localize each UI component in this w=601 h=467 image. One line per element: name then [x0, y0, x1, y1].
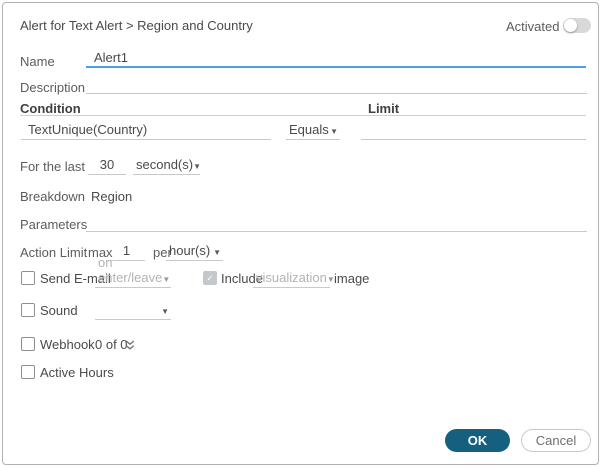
- action-limit-label: Action Limit: [20, 245, 88, 260]
- description-input[interactable]: [86, 76, 587, 94]
- parameters-label: Parameters: [20, 217, 88, 232]
- operator-dropdown[interactable]: Equals ▼: [286, 122, 340, 140]
- parameters-input[interactable]: [86, 214, 587, 232]
- sound-dropdown[interactable]: ▼: [95, 302, 171, 320]
- send-email-checkbox[interactable]: [21, 271, 35, 285]
- limit-input[interactable]: [361, 122, 586, 140]
- header-divider: [20, 115, 586, 116]
- time-unit-value: second(s): [136, 157, 194, 172]
- dialog-title: Alert for Text Alert > Region and Countr…: [20, 18, 253, 33]
- cancel-button[interactable]: Cancel: [521, 429, 591, 452]
- name-input[interactable]: [86, 50, 586, 68]
- chevron-down-icon: ▼: [330, 127, 338, 136]
- alert-settings-dialog: Alert for Text Alert > Region and Countr…: [2, 2, 599, 465]
- include-image-dropdown[interactable]: visualization ▼: [253, 270, 335, 288]
- active-hours-checkbox[interactable]: [21, 365, 35, 379]
- sound-checkbox[interactable]: [21, 303, 35, 317]
- operator-value: Equals: [289, 122, 329, 137]
- webhook-count: 0 of 0: [95, 337, 128, 352]
- webhook-checkbox[interactable]: [21, 337, 35, 351]
- chevron-down-icon: ▼: [213, 248, 221, 257]
- condition-input[interactable]: [21, 122, 271, 140]
- include-image-suffix: image: [334, 271, 370, 286]
- limit-header: Limit: [368, 101, 400, 116]
- activated-toggle[interactable]: [563, 18, 591, 33]
- webhook-label[interactable]: Webhook: [40, 337, 95, 352]
- for-the-last-label: For the last: [20, 159, 86, 174]
- action-limit-unit-dropdown[interactable]: hour(s) ▼: [166, 243, 223, 261]
- activated-label: Activated: [506, 19, 560, 34]
- breakdown-label: Breakdown: [20, 189, 86, 204]
- double-chevron-down-icon[interactable]: [125, 339, 135, 354]
- for-the-last-input[interactable]: [88, 157, 126, 175]
- ok-button[interactable]: OK: [445, 429, 510, 452]
- breakdown-value: Region: [91, 189, 133, 204]
- active-hours-label[interactable]: Active Hours: [40, 365, 114, 380]
- description-label: Description: [20, 80, 86, 95]
- check-icon: ✓: [206, 273, 214, 283]
- action-limit-unit-value: hour(s): [169, 243, 211, 258]
- chevron-down-icon: ▼: [161, 307, 169, 316]
- include-image-value: visualization: [256, 270, 327, 285]
- chevron-down-icon: ▼: [162, 275, 171, 284]
- include-checkbox[interactable]: ✓: [203, 271, 217, 285]
- sound-label[interactable]: Sound: [40, 303, 78, 318]
- chevron-down-icon: ▼: [193, 162, 201, 171]
- email-trigger-value: on enter/leave: [98, 255, 163, 285]
- time-unit-dropdown[interactable]: second(s) ▼: [133, 157, 201, 175]
- email-trigger-dropdown[interactable]: on enter/leave ▼: [95, 255, 171, 288]
- condition-header: Condition: [20, 101, 81, 116]
- toggle-knob-icon: [564, 19, 577, 32]
- name-label: Name: [20, 54, 55, 69]
